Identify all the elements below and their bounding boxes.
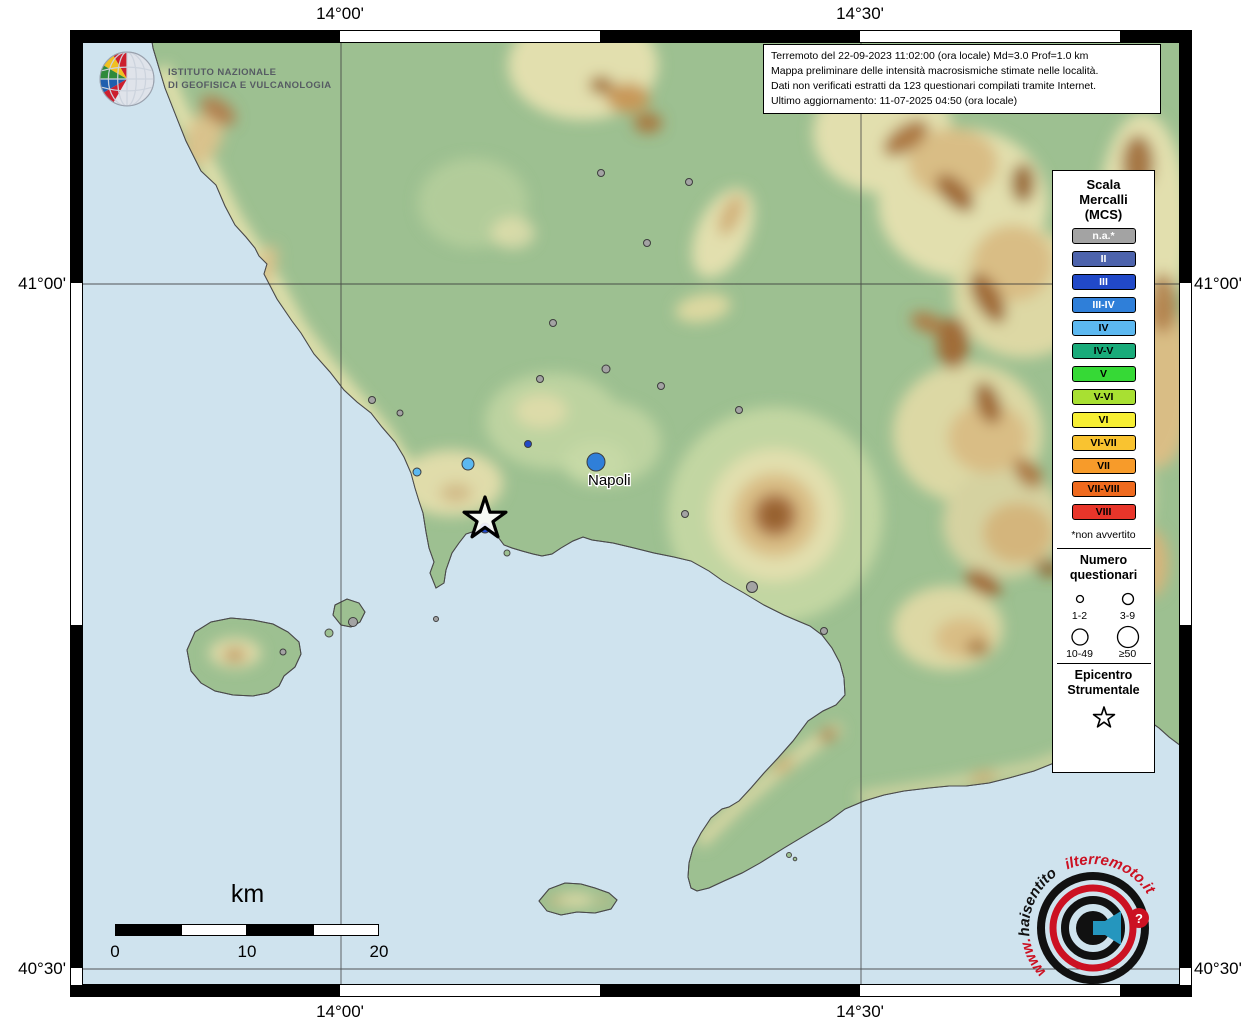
scale-bar: km 0 10 20 [100, 880, 400, 980]
legend-swatch-VIII: VIII [1072, 504, 1136, 520]
legend-divider [1057, 663, 1151, 664]
legend-swatch-IV: IV [1072, 320, 1136, 336]
mcs-scale-list: n.a.*IIIIIIII-IVIVIV-VVV-VIVIVI-VIIVIIVI… [1072, 228, 1136, 527]
frame-segment [1180, 42, 1192, 283]
legend-title-line3: (MCS) [1079, 207, 1127, 222]
legend-swatch-II: II [1072, 251, 1136, 267]
axis-label-bottom-east: 14°30' [820, 1002, 900, 1022]
legend-panel: Scala Mercalli (MCS) n.a.*IIIIIIII-IVIVI… [1052, 170, 1155, 773]
legend-swatch-VII: VII [1072, 458, 1136, 474]
frame-corner [70, 985, 82, 997]
frame-corner [1180, 30, 1192, 42]
frame-corner [70, 30, 82, 42]
info-line-data-note: Dati non verificati estratti da 123 ques… [771, 79, 1153, 94]
legend-title-line2: Mercalli [1079, 192, 1127, 207]
info-line-event: Terremoto del 22-09-2023 11:02:00 (ora l… [771, 49, 1153, 64]
legend-footnote: *non avvertito [1071, 529, 1135, 541]
ingv-name-line1: ISTITUTO NAZIONALE [168, 66, 332, 79]
legend-title-line1: Scala [1079, 177, 1127, 192]
scale-bar-tick-0: 0 [95, 942, 135, 962]
axis-label-right-north: 41°00' [1194, 274, 1255, 294]
frame-segment [82, 985, 340, 997]
legend-swatch-V: V [1072, 366, 1136, 382]
frame-segment [600, 985, 860, 997]
epicenter-title-line2: Strumentale [1067, 683, 1139, 698]
ingv-globe-icon [98, 50, 156, 108]
scale-bar-tick-10: 10 [227, 942, 267, 962]
frame-segment [1120, 30, 1180, 42]
seismic-intensity-map: Napoli 14°00' 14°30' 14°00' 14°30' 41°00… [0, 0, 1255, 1024]
axis-label-bottom-west: 14°00' [300, 1002, 380, 1022]
scale-bar-segment [313, 924, 379, 936]
legend-swatch-VI: VI [1072, 412, 1136, 428]
ingv-logo: ISTITUTO NAZIONALE DI GEOFISICA E VULCAN… [98, 50, 332, 108]
legend-swatch-VI-VII: VI-VII [1072, 435, 1136, 451]
info-line-map-type: Mappa preliminare delle intensità macros… [771, 64, 1153, 79]
legend-swatch-na: n.a.* [1072, 228, 1136, 244]
frame-segment [70, 625, 82, 968]
legend-swatch-III-IV: III-IV [1072, 297, 1136, 313]
axis-label-right-south: 40°30' [1194, 959, 1255, 979]
axis-label-top-west: 14°00' [300, 4, 380, 24]
questionnaire-class-≥50: ≥50 [1104, 625, 1152, 660]
quest-title-line2: questionari [1070, 568, 1137, 583]
ingv-name-line2: DI GEOFISICA E VULCANOLOGIA [168, 79, 332, 92]
questionnaire-class-3-9: 3-9 [1104, 587, 1152, 622]
scale-bar-segment [247, 924, 313, 936]
legend-swatch-VII-VIII: VII-VIII [1072, 481, 1136, 497]
legend-swatch-IV-V: IV-V [1072, 343, 1136, 359]
epicenter-star-icon [1091, 704, 1117, 730]
questionnaire-class-1-2: 1-2 [1056, 587, 1104, 622]
questionnaire-class-10-49: 10-49 [1056, 625, 1104, 660]
legend-swatch-III: III [1072, 274, 1136, 290]
legend-title: Scala Mercalli (MCS) [1079, 177, 1127, 222]
questionnaire-legend-title: Numero questionari [1070, 553, 1137, 583]
frame-segment [82, 30, 340, 42]
scale-bar-tick-20: 20 [359, 942, 399, 962]
haisentitoilterremoto-logo: ? www. haisentito ilterremoto.it [1003, 838, 1183, 1018]
event-info-box: Terremoto del 22-09-2023 11:02:00 (ora l… [763, 44, 1161, 114]
axis-label-left-south: 40°30' [2, 959, 66, 979]
legend-swatch-V-VI: V-VI [1072, 389, 1136, 405]
scale-bar-segment [181, 924, 247, 936]
scale-bar-unit: km [190, 880, 305, 909]
questionnaire-size-legend: 1-23-910-49≥50 [1056, 587, 1152, 660]
epicenter-title-line1: Epicentro [1067, 668, 1139, 683]
epicenter-legend-title: Epicentro Strumentale [1067, 668, 1139, 698]
info-line-updated: Ultimo aggiornamento: 11-07-2025 04:50 (… [771, 94, 1153, 109]
legend-divider [1057, 548, 1151, 549]
frame-segment [70, 42, 82, 283]
quest-title-line1: Numero [1070, 553, 1137, 568]
question-mark: ? [1135, 911, 1143, 926]
axis-label-left-north: 41°00' [2, 274, 66, 294]
frame-segment [600, 30, 860, 42]
scale-bar-segment [115, 924, 181, 936]
axis-label-top-east: 14°30' [820, 4, 900, 24]
